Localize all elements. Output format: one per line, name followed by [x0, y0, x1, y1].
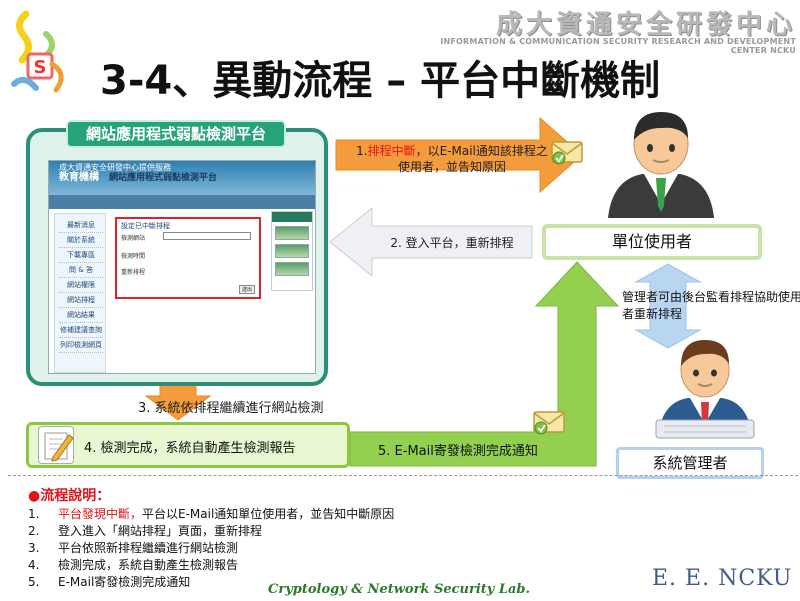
- section-divider: [8, 475, 798, 476]
- lab-name: Cryptology & Network Security Lab.: [268, 582, 531, 597]
- ss-form-title: 設定已中斷排程: [121, 222, 170, 230]
- step3-label: 3. 系統依排程繼續進行網站檢測: [138, 401, 324, 416]
- ss-thumbnail: [275, 226, 309, 240]
- unit-user-box: 單位使用者: [542, 224, 762, 260]
- ss-reschedule-form: 設定已中斷排程 檢測網站 檢測時間 重新排程 送出: [115, 217, 261, 299]
- dept-name: E. E. NCKU: [652, 566, 793, 591]
- ss-thumbnail: [275, 262, 309, 276]
- ss-right-panel: [271, 211, 313, 291]
- ss-right-header: [272, 212, 312, 222]
- step1-highlight: 排程中斷: [367, 144, 416, 158]
- email-icon: [550, 138, 584, 170]
- ss-sidebar: 最新消息 關於系統 下載專區 問 & 答 網站權限 網站排程 網站結果 修補建議…: [54, 213, 106, 373]
- admin-avatar: [650, 336, 760, 450]
- unit-user-avatar: [598, 108, 724, 224]
- step1-text: ，以E-Mail通知該排程之使用者，並告知原因: [397, 144, 548, 174]
- ss-sidebar-item[interactable]: 網站結果: [59, 308, 103, 323]
- note-item: 4. 檢測完成，系統自動產生檢測報告: [28, 556, 588, 573]
- note-text: 平台依照新排程繼續進行網站檢測: [58, 541, 239, 555]
- note-text: 檢測完成，系統自動產生檢測報告: [58, 558, 239, 572]
- ss-site-select[interactable]: [163, 232, 251, 240]
- step1-label: 1.排程中斷，以E-Mail通知該排程之使用者，並告知原因: [352, 143, 552, 175]
- ss-sidebar-item[interactable]: 網站權限: [59, 278, 103, 293]
- ss-sidebar-item[interactable]: 列印檢測網頁: [59, 338, 103, 353]
- ss-sidebar-item[interactable]: 網站排程: [59, 293, 103, 308]
- step2-label: 2. 登入平台，重新排程: [390, 236, 514, 250]
- ss-sidebar-item[interactable]: 關於系統: [59, 233, 103, 248]
- note-number: 5.: [28, 575, 40, 589]
- ss-sidebar-item[interactable]: 問 & 答: [59, 263, 103, 278]
- note-number: 3.: [28, 541, 40, 555]
- step1-number: 1.: [356, 144, 368, 158]
- note-number: 1.: [28, 507, 40, 521]
- note-number: 2.: [28, 524, 40, 538]
- note-item: 1. 平台發現中斷，平台以E-Mail通知單位使用者，並告知中斷原因: [28, 505, 588, 522]
- note-number: 4.: [28, 558, 40, 572]
- note-item: 3. 平台依照新排程繼續進行網站檢測: [28, 539, 588, 556]
- step4-label: 4. 檢測完成，系統自動產生檢測報告: [84, 441, 296, 456]
- note-item: 2. 登入進入「網站排程」頁面，重新排程: [28, 522, 588, 539]
- monitor-note: 管理者可由後台監看排程協助使用者重新排程: [622, 290, 800, 321]
- note-text: E-Mail寄發檢測完成通知: [58, 575, 191, 589]
- ss-sidebar-item[interactable]: 修補建議查詢: [59, 323, 103, 338]
- step5-label: 5. E-Mail寄發檢測完成通知: [378, 444, 538, 459]
- ss-subbar-text: 成大資通安全研發中心提供服務: [59, 163, 171, 172]
- ss-subbar: [49, 195, 315, 209]
- notes-heading: ●流程說明：: [28, 488, 111, 504]
- ss-form-label: 檢測網站: [121, 235, 146, 242]
- note-highlight: 平台發現中斷，: [58, 507, 143, 521]
- arrow-step5: [349, 261, 620, 467]
- ss-thumbnail: [275, 244, 309, 258]
- email-icon: [532, 408, 566, 440]
- ss-sidebar-item[interactable]: 最新消息: [59, 218, 103, 233]
- notes-list: 1. 平台發現中斷，平台以E-Mail通知單位使用者，並告知中斷原因 2. 登入進入…: [28, 505, 588, 590]
- note-text: 登入進入「網站排程」頁面，重新排程: [58, 524, 263, 538]
- ss-form-label: 重新排程: [121, 269, 146, 276]
- platform-title: 網站應用程式弱點檢測平台: [66, 120, 286, 148]
- note-text: 平台以E-Mail通知單位使用者，並告知中斷原因: [142, 507, 395, 521]
- report-edit-icon: [38, 426, 74, 464]
- ss-sidebar-item[interactable]: 下載專區: [59, 248, 103, 263]
- ss-form-label: 檢測時間: [121, 253, 146, 260]
- ss-submit-button[interactable]: 送出: [239, 285, 255, 294]
- platform-screenshot: 教育機構 網站應用程式弱點檢測平台 成大資通安全研發中心提供服務 最新消息 關於…: [48, 160, 316, 374]
